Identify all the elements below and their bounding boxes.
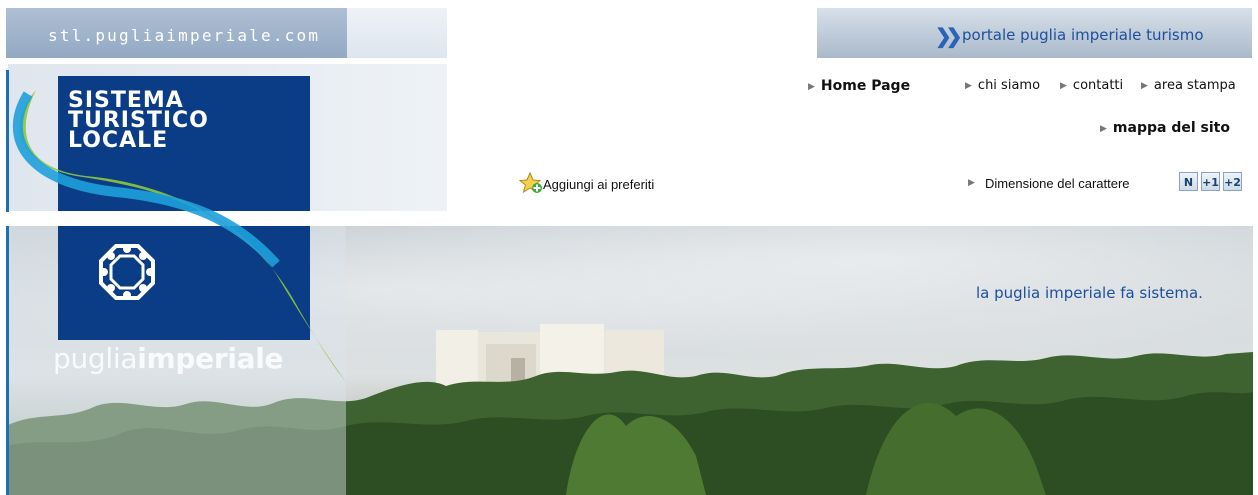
portal-link[interactable]: portale puglia imperiale turismo (962, 26, 1204, 44)
font-size-plus2-button[interactable]: +2 (1223, 172, 1242, 191)
triangle-right-icon: ▶ (965, 81, 972, 91)
star-add-icon[interactable] (518, 171, 543, 199)
double-chevron-right-icon: ❯❯ (935, 26, 962, 48)
hero-tagline: la puglia imperiale fa sistema. (976, 284, 1203, 302)
nav-area-stampa[interactable]: ▶ area stampa (1141, 78, 1236, 93)
nav-home-page[interactable]: ▶ Home Page (808, 78, 910, 94)
nav-sitemap[interactable]: ▶ mappa del sito (1100, 120, 1230, 136)
site-url-bar-extension (347, 8, 447, 58)
triangle-right-icon: ▶ (1060, 81, 1067, 91)
site-url-text[interactable]: stl.pugliaimperiale.com (48, 26, 320, 45)
triangle-right-icon: ▶ (1141, 81, 1148, 91)
add-to-favorites-link[interactable]: Aggiungi ai preferiti (543, 177, 654, 192)
triangle-right-icon: ▶ (808, 82, 815, 92)
font-size-plus1-button[interactable]: +1 (1201, 172, 1220, 191)
logo-swoosh-graphic (12, 90, 346, 382)
nav-chi-siamo[interactable]: ▶ chi siamo (965, 78, 1040, 93)
triangle-right-icon: ▶ (1100, 124, 1107, 134)
font-size-label: Dimensione del carattere (985, 176, 1130, 191)
font-size-normal-button[interactable]: N (1179, 172, 1198, 191)
nav-contatti[interactable]: ▶ contatti (1060, 78, 1123, 93)
triangle-right-icon: ▶ (968, 177, 975, 187)
